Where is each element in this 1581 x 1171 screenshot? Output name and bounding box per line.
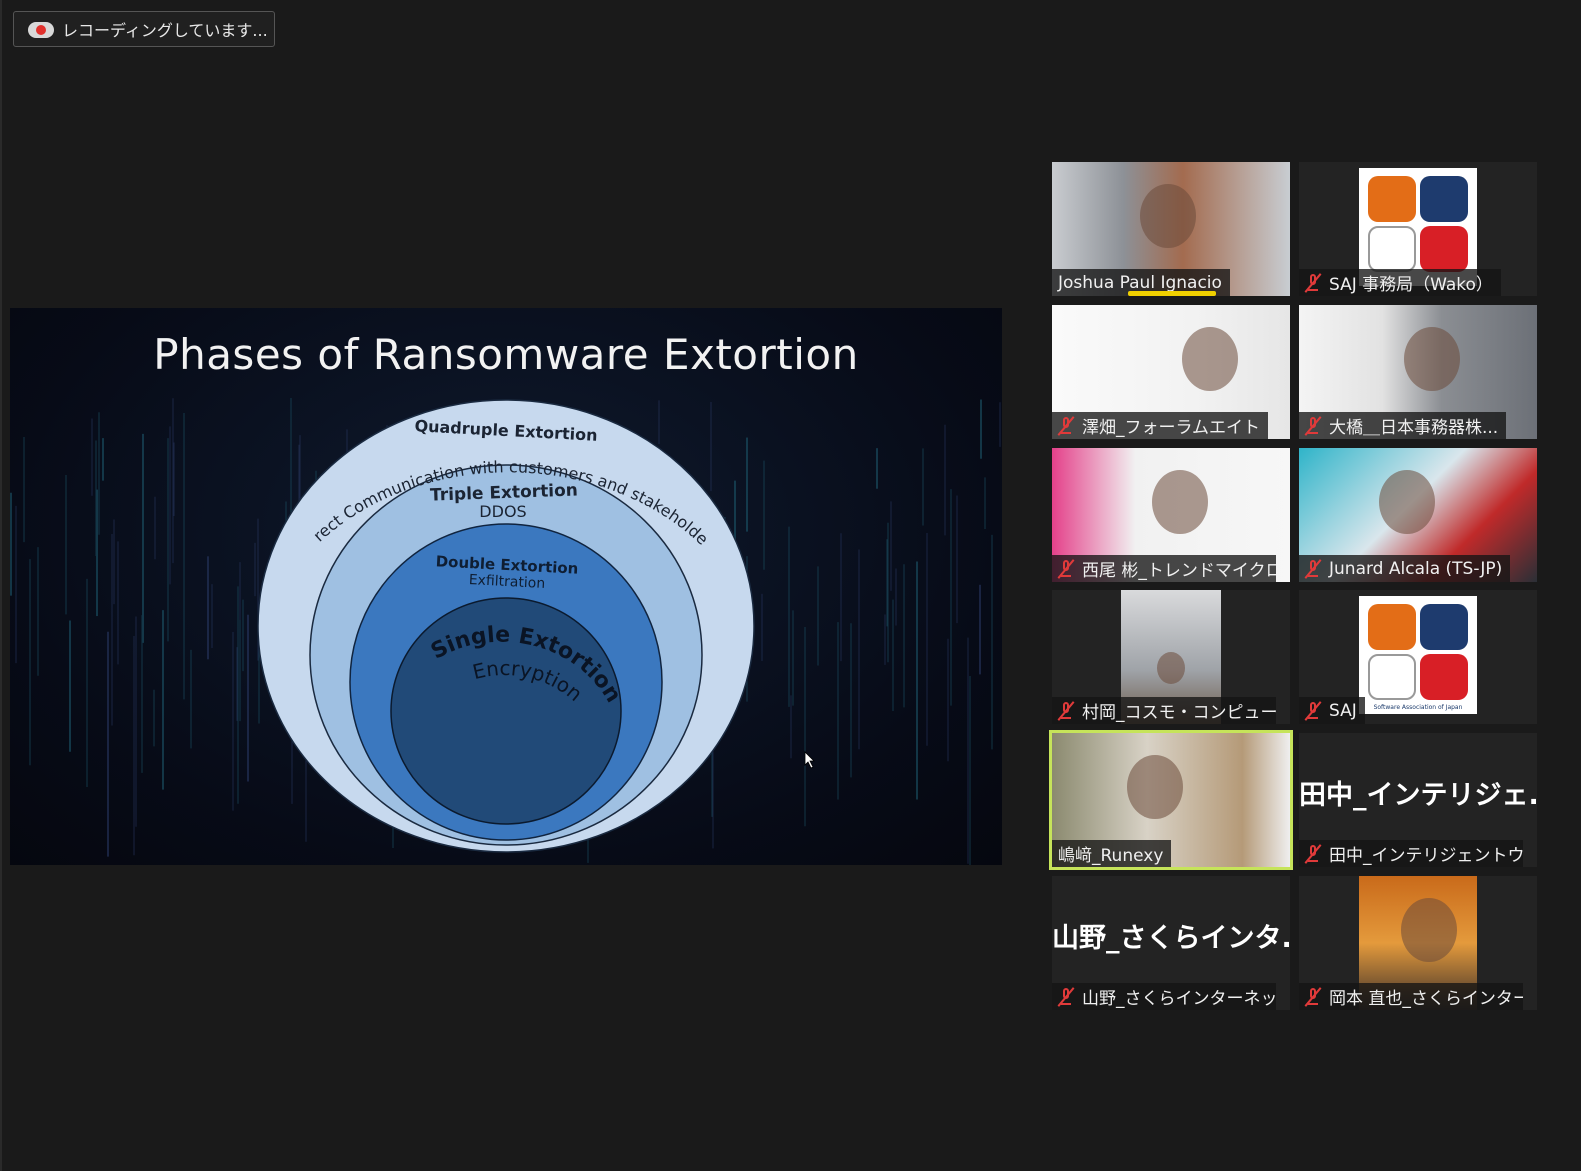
participant-display-name: 田中_インテリジェ... bbox=[1299, 780, 1537, 811]
participant-face bbox=[1401, 898, 1457, 963]
mic-muted-icon bbox=[1304, 415, 1322, 436]
window-edge bbox=[0, 0, 2, 1171]
mic-muted-icon bbox=[1057, 700, 1075, 721]
participant-name-bar: 村岡_コスモ・コンピューテ... bbox=[1052, 697, 1276, 724]
participant-face bbox=[1182, 327, 1238, 392]
recording-label: レコーディングしています... bbox=[62, 21, 268, 40]
saj-logo: Software Association of Japan bbox=[1359, 596, 1477, 714]
participant-name: SAJ bbox=[1329, 700, 1357, 721]
mouse-cursor-icon bbox=[804, 751, 815, 769]
speaking-indicator bbox=[1128, 291, 1216, 296]
participant-name-bar: 西尾 彬_トレンドマイクロ... bbox=[1052, 555, 1276, 582]
participant-tile[interactable]: 大橋＿日本事務器株... bbox=[1299, 305, 1537, 439]
participant-face bbox=[1404, 327, 1460, 392]
mic-muted-icon bbox=[1057, 558, 1075, 579]
participant-tile[interactable]: Junard Alcala (TS-JP) bbox=[1299, 448, 1537, 582]
participant-display-name: 山野_さくらインタ... bbox=[1052, 923, 1290, 954]
participant-name: 山野_さくらインターネット... bbox=[1082, 989, 1276, 1009]
participant-name: 村岡_コスモ・コンピューテ... bbox=[1082, 703, 1276, 723]
participant-face bbox=[1157, 652, 1185, 685]
participant-tile[interactable]: 嶋﨑_Runexy bbox=[1049, 730, 1293, 870]
participant-tile[interactable]: SAJ 事務局（Wako） bbox=[1299, 162, 1537, 296]
participant-name-bar: 澤畑_フォーラムエイト bbox=[1052, 412, 1268, 439]
mic-muted-icon bbox=[1304, 986, 1322, 1007]
participant-name-bar: 山野_さくらインターネット... bbox=[1052, 983, 1276, 1010]
participant-name-bar: SAJ 事務局（Wako） bbox=[1299, 269, 1501, 296]
participant-name-bar: SAJ bbox=[1299, 697, 1365, 724]
participant-name: Joshua Paul Ignacio bbox=[1058, 272, 1222, 293]
participant-tile[interactable]: 山野_さくらインタ... 山野_さくらインターネット... bbox=[1052, 876, 1290, 1010]
participant-name-bar: 田中_インテリジェントウェ... bbox=[1299, 840, 1523, 867]
triple-subtitle: DDOS bbox=[479, 502, 526, 521]
participant-tile[interactable]: 岡本 直也_さくらインター... bbox=[1299, 876, 1537, 1010]
participant-tile[interactable]: Software Association of Japan SAJ bbox=[1299, 590, 1537, 724]
cloud-record-icon bbox=[28, 20, 54, 38]
shared-screen: Phases of Ransomware Extortion Quadruple… bbox=[10, 308, 1002, 865]
participant-face bbox=[1140, 184, 1196, 249]
mic-muted-icon bbox=[1304, 700, 1322, 721]
participant-name: 澤畑_フォーラムエイト bbox=[1082, 418, 1260, 438]
extortion-diagram: Quadruple Extortion Direct Communication… bbox=[10, 308, 815, 853]
participant-name: 大橋＿日本事務器株... bbox=[1329, 418, 1499, 438]
mic-muted-icon bbox=[1304, 843, 1322, 864]
participant-name: 西尾 彬_トレンドマイクロ... bbox=[1082, 561, 1276, 581]
participant-tile[interactable]: 村岡_コスモ・コンピューテ... bbox=[1052, 590, 1290, 724]
participant-name-bar: Junard Alcala (TS-JP) bbox=[1299, 555, 1511, 582]
participant-tile[interactable]: 澤畑_フォーラムエイト bbox=[1052, 305, 1290, 439]
mic-muted-icon bbox=[1304, 272, 1322, 293]
mic-muted-icon bbox=[1057, 415, 1075, 436]
participant-tile[interactable]: 田中_インテリジェ... 田中_インテリジェントウェ... bbox=[1299, 733, 1537, 867]
participant-name: 嶋﨑_Runexy bbox=[1058, 846, 1164, 866]
participant-name-bar: 嶋﨑_Runexy bbox=[1052, 840, 1172, 867]
mic-muted-icon bbox=[1057, 986, 1075, 1007]
recording-indicator[interactable]: レコーディングしています... bbox=[13, 11, 275, 47]
participant-face bbox=[1379, 470, 1435, 535]
participant-name: 田中_インテリジェントウェ... bbox=[1329, 846, 1523, 866]
participant-face bbox=[1127, 755, 1183, 820]
participant-tile[interactable]: 西尾 彬_トレンドマイクロ... bbox=[1052, 448, 1290, 582]
mic-muted-icon bbox=[1304, 558, 1322, 579]
participant-face bbox=[1152, 470, 1208, 535]
participant-name-bar: 岡本 直也_さくらインター... bbox=[1299, 983, 1523, 1010]
participant-name-bar: 大橋＿日本事務器株... bbox=[1299, 412, 1507, 439]
participant-name: Junard Alcala (TS-JP) bbox=[1329, 558, 1503, 579]
participant-tile[interactable]: Joshua Paul Ignacio bbox=[1052, 162, 1290, 296]
logo-caption: Software Association of Japan bbox=[1373, 704, 1463, 711]
participant-name: 岡本 直也_さくらインター... bbox=[1329, 989, 1523, 1009]
participant-name: SAJ 事務局（Wako） bbox=[1329, 275, 1493, 295]
